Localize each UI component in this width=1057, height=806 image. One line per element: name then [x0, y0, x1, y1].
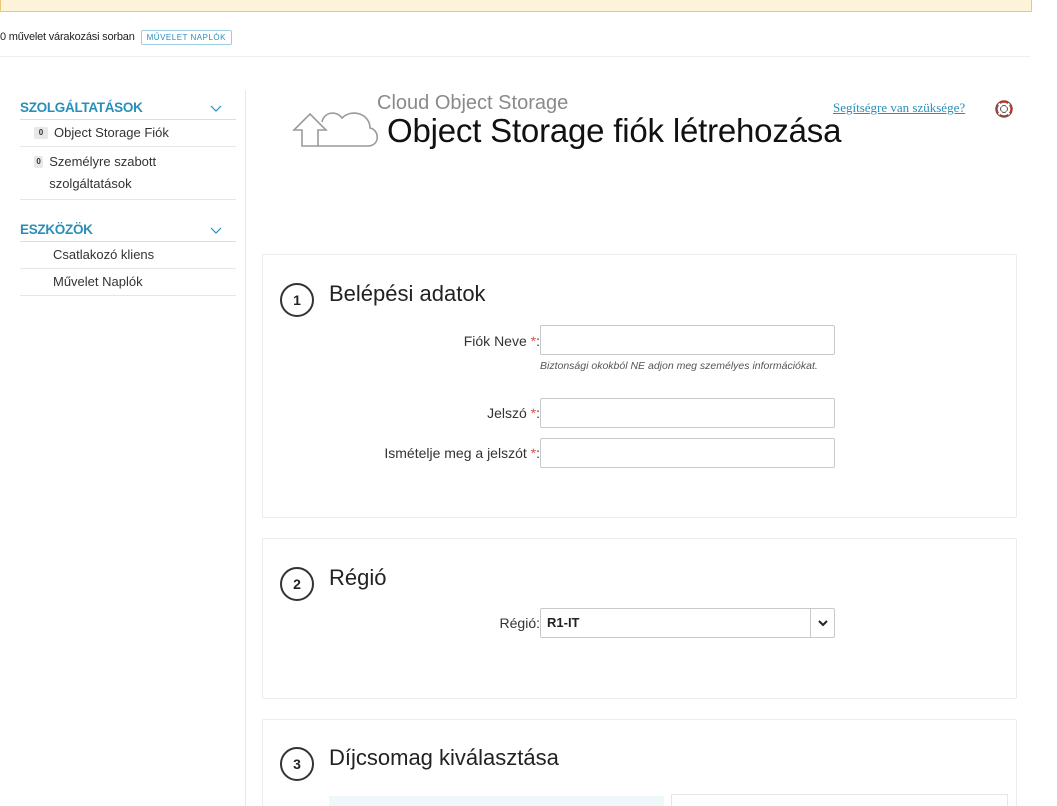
- step-title: Régió: [329, 565, 387, 590]
- sidebar-item-label: Csatlakozó kliens: [53, 247, 155, 262]
- notification-banner: [0, 0, 1032, 12]
- chevron-down-icon[interactable]: [210, 224, 222, 236]
- page-title: Object Storage fiók létrehozása: [387, 112, 842, 149]
- queue-bar: 0 művelet várakozási sorban MŰVELET NAPL…: [0, 28, 232, 46]
- sidebar-section-title: SZOLGÁLTATÁSOK: [20, 100, 143, 115]
- step-number: 3: [280, 747, 314, 781]
- step-plan-panel: 3 Díjcsomag kiválasztása: [262, 719, 1017, 806]
- sidebar-item-object-storage-account[interactable]: 0 Object Storage Fiók: [20, 120, 236, 147]
- sidebar-item-custom-services[interactable]: 0 Személyre szabott szolgáltatások: [20, 147, 236, 200]
- region-select-value: R1-IT: [547, 615, 580, 630]
- account-name-hint: Biztonsági okokból NE adjon meg személye…: [540, 360, 818, 372]
- sidebar-section-tools[interactable]: ESZKÖZÖK: [20, 218, 236, 242]
- operation-logs-button[interactable]: MŰVELET NAPLÓK: [140, 29, 232, 45]
- sidebar-item-label: Művelet Naplók: [53, 274, 143, 289]
- region-select[interactable]: R1-IT: [540, 608, 835, 638]
- region-label: Régió:: [499, 615, 540, 631]
- chevron-down-icon[interactable]: [210, 102, 222, 114]
- confirm-password-input[interactable]: [540, 438, 835, 468]
- password-input[interactable]: [540, 398, 835, 428]
- label-text: Ismételje meg a jelszót: [384, 445, 527, 461]
- step-number: 1: [280, 283, 314, 317]
- step-title: Belépési adatok: [329, 281, 486, 306]
- step-number: 2: [280, 567, 314, 601]
- queue-status-text: 0 művelet várakozási sorban: [0, 31, 135, 43]
- account-name-label: Fiók Neve *:: [464, 333, 540, 349]
- divider: [0, 56, 1030, 57]
- plan-option-card[interactable]: [329, 796, 664, 806]
- help-link[interactable]: Segítségre van szüksége?: [833, 100, 965, 116]
- step-title: Díjcsomag kiválasztása: [329, 745, 559, 770]
- sidebar-item-label: Személyre szabott szolgáltatások: [49, 154, 157, 191]
- sidebar-section-services[interactable]: SZOLGÁLTATÁSOK: [20, 96, 236, 120]
- cloud-upload-icon: [292, 112, 379, 147]
- confirm-password-label: Ismételje meg a jelszót *:: [384, 445, 540, 461]
- label-text: Fiók Neve: [463, 333, 527, 349]
- plan-option-card[interactable]: [671, 794, 1008, 806]
- sidebar-section-title: ESZKÖZÖK: [20, 222, 93, 237]
- sidebar: SZOLGÁLTATÁSOK 0 Object Storage Fiók 0 S…: [20, 96, 236, 296]
- sidebar-item-connector-client[interactable]: Csatlakozó kliens: [20, 242, 236, 269]
- account-name-input[interactable]: [540, 325, 835, 355]
- sidebar-item-operation-logs[interactable]: Művelet Naplók: [20, 269, 236, 296]
- lifebuoy-icon[interactable]: [995, 100, 1013, 118]
- count-badge: 0: [34, 156, 44, 168]
- sidebar-item-label: Object Storage Fiók: [54, 125, 169, 140]
- label-text: Jelszó: [487, 405, 527, 421]
- password-label: Jelszó *:: [487, 405, 540, 421]
- content-divider: [245, 90, 246, 806]
- count-badge: 0: [34, 127, 48, 139]
- chevron-down-icon[interactable]: [810, 609, 834, 637]
- step-region-panel: 2 Régió Régió: R1-IT: [262, 538, 1017, 699]
- step-login-panel: 1 Belépési adatok Fiók Neve *: Biztonság…: [262, 254, 1017, 518]
